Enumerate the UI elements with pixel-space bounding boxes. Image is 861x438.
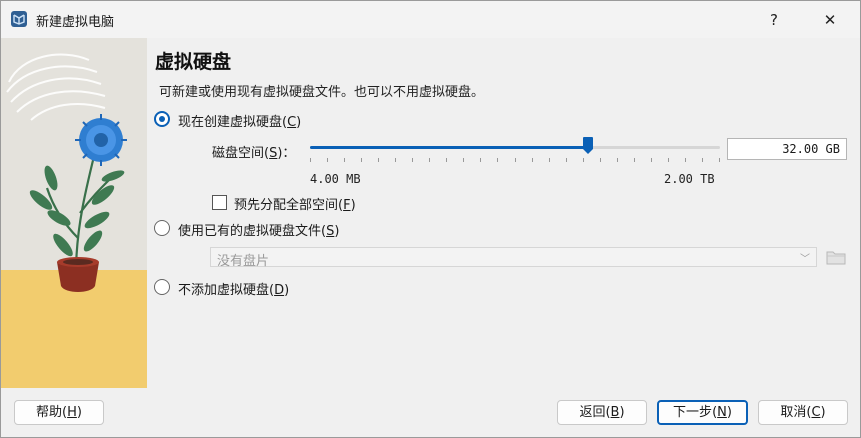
slider-tick <box>310 158 311 162</box>
slider-tick <box>634 158 635 162</box>
no-disk-radio[interactable] <box>154 279 170 295</box>
disk-size-slider-ticks <box>310 158 720 162</box>
no-disk-mnemonic: D <box>274 283 285 298</box>
slider-tick <box>566 158 567 162</box>
help-title-button[interactable]: ? <box>751 1 797 38</box>
flower-illustration <box>1 38 147 388</box>
disk-size-text: 磁盘空间 <box>212 146 265 161</box>
disk-size-slider-track[interactable] <box>310 146 720 149</box>
back-button-text: 返回 <box>579 405 606 420</box>
slider-tick <box>344 158 345 162</box>
slider-tick <box>532 158 533 162</box>
wizard-page: 虚拟硬盘 可新建或使用现有虚拟硬盘文件。也可以不用虚拟硬盘。 现在创建虚拟硬盘(… <box>147 38 860 388</box>
virtualbox-icon <box>11 11 27 27</box>
create-new-disk-text: 现在创建虚拟硬盘 <box>178 115 283 130</box>
back-button[interactable]: 返回(B) <box>557 400 647 425</box>
slider-tick <box>719 158 720 162</box>
disk-size-slider-thumb[interactable] <box>583 137 593 154</box>
cancel-button-text: 取消 <box>780 405 807 420</box>
slider-tick <box>702 158 703 162</box>
next-button-mnemonic: N <box>717 405 727 420</box>
help-button-text: 帮助 <box>36 405 63 420</box>
cancel-button[interactable]: 取消(C) <box>758 400 848 425</box>
help-button-mnemonic: H <box>67 405 77 420</box>
slider-tick <box>651 158 652 162</box>
slider-tick <box>327 158 328 162</box>
no-disk-text: 不添加虚拟硬盘 <box>178 283 270 298</box>
slider-tick <box>412 158 413 162</box>
folder-icon <box>826 251 846 265</box>
disk-size-max-label: 2.00 TB <box>664 172 715 186</box>
slider-tick <box>361 158 362 162</box>
preallocate-mnemonic: F <box>343 198 351 213</box>
help-button[interactable]: 帮助(H) <box>14 400 104 425</box>
chevron-down-icon: ﹀ <box>800 254 810 265</box>
slider-tick <box>497 158 498 162</box>
use-existing-disk-mnemonic: S <box>326 224 335 239</box>
close-icon: ✕ <box>823 10 837 29</box>
no-disk-label[interactable]: 不添加虚拟硬盘(D) <box>178 279 289 298</box>
disk-size-slider-fill <box>310 146 588 149</box>
slider-tick <box>463 158 464 162</box>
button-bar: 帮助(H) 返回(B) 下一步(N) 取消(C) <box>1 388 860 437</box>
slider-tick <box>600 158 601 162</box>
existing-disk-combo[interactable]: 没有盘片 ﹀ <box>210 247 817 269</box>
question-icon: ? <box>770 10 778 29</box>
disk-size-min-label: 4.00 MB <box>310 172 361 186</box>
slider-tick <box>515 158 516 162</box>
create-new-disk-label[interactable]: 现在创建虚拟硬盘(C) <box>178 111 301 130</box>
back-button-mnemonic: B <box>610 405 620 420</box>
slider-tick <box>549 158 550 162</box>
existing-disk-combo-value: 没有盘片 <box>217 254 270 269</box>
cancel-button-mnemonic: C <box>811 405 821 420</box>
slider-tick <box>395 158 396 162</box>
disk-size-input[interactable]: 32.00 GB <box>727 138 847 160</box>
slider-tick <box>685 158 686 162</box>
page-title: 虚拟硬盘 <box>155 51 232 73</box>
create-new-disk-radio[interactable] <box>154 111 170 127</box>
preallocate-text: 预先分配全部空间 <box>234 198 339 213</box>
disk-size-label: 磁盘空间(S)： <box>212 146 296 161</box>
use-existing-disk-radio[interactable] <box>154 220 170 236</box>
window-title: 新建虚拟电脑 <box>36 15 115 30</box>
close-button[interactable]: ✕ <box>807 1 853 38</box>
wizard-illustration <box>1 38 147 388</box>
slider-tick <box>583 158 584 162</box>
slider-tick <box>480 158 481 162</box>
next-button[interactable]: 下一步(N) <box>657 400 748 425</box>
page-description: 可新建或使用现有虚拟硬盘文件。也可以不用虚拟硬盘。 <box>159 85 485 100</box>
titlebar[interactable]: 新建虚拟电脑 ? ✕ <box>1 1 860 38</box>
slider-tick <box>617 158 618 162</box>
slider-tick <box>429 158 430 162</box>
slider-tick <box>378 158 379 162</box>
use-existing-disk-text: 使用已有的虚拟硬盘文件 <box>178 224 322 239</box>
preallocate-checkbox[interactable] <box>212 195 227 210</box>
disk-size-mnemonic: S <box>269 146 278 161</box>
create-new-disk-mnemonic: C <box>287 115 297 130</box>
slider-tick <box>446 158 447 162</box>
choose-disk-file-button[interactable] <box>824 246 848 268</box>
slider-tick <box>668 158 669 162</box>
dialog-window: 新建虚拟电脑 ? ✕ 虚拟硬盘 可新建或使用现有虚拟硬盘文件。也可以不用虚拟硬盘… <box>0 0 861 438</box>
use-existing-disk-label[interactable]: 使用已有的虚拟硬盘文件(S) <box>178 220 339 239</box>
next-button-text: 下一步 <box>673 405 713 420</box>
preallocate-label[interactable]: 预先分配全部空间(F) <box>234 194 356 213</box>
